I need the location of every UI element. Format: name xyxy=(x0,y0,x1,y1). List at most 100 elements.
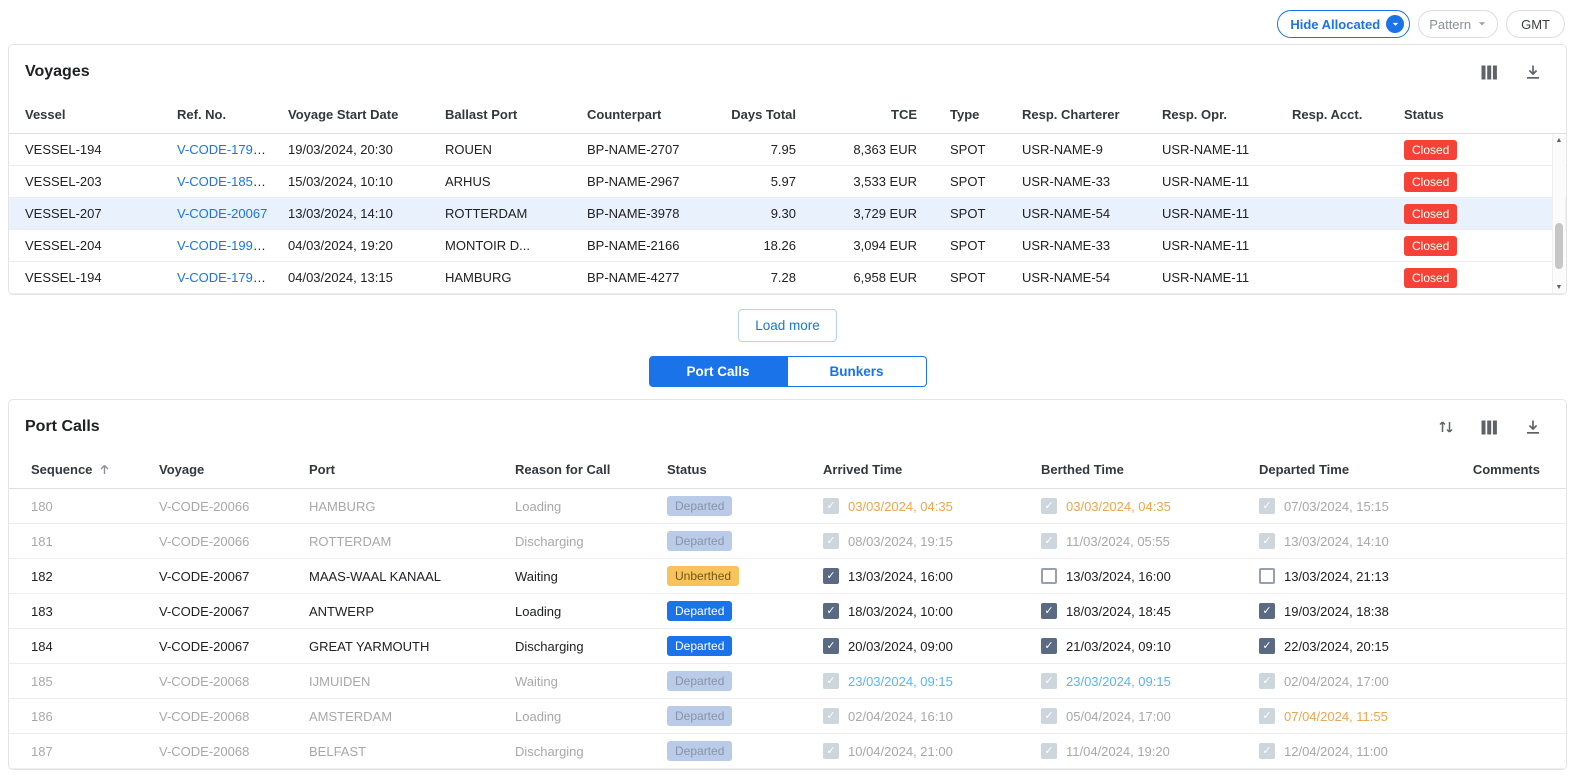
checkbox[interactable] xyxy=(1259,673,1275,689)
time-value: 10/04/2024, 21:00 xyxy=(848,744,953,759)
columns-button[interactable] xyxy=(1481,419,1498,436)
status-badge: Departed xyxy=(667,531,732,551)
tab-bunkers[interactable]: Bunkers xyxy=(788,356,927,387)
hide-allocated-button[interactable]: Hide Allocated xyxy=(1277,10,1410,38)
vertical-scrollbar[interactable]: ▲ ▼ xyxy=(1552,135,1565,293)
port-call-row[interactable]: 182V-CODE-20067MAAS-WAAL KANAALWaitingUn… xyxy=(9,559,1566,594)
sort-button[interactable] xyxy=(1437,418,1455,436)
scrollbar-thumb[interactable] xyxy=(1555,223,1563,269)
status-badge: Closed xyxy=(1404,172,1457,192)
port-call-row[interactable]: 185V-CODE-20068IJMUIDENWaitingDeparted23… xyxy=(9,664,1566,699)
column-header-berthed-time[interactable]: Berthed Time xyxy=(1041,462,1259,477)
column-header-ballast-port[interactable]: Ballast Port xyxy=(427,107,569,122)
column-header-ref-no[interactable]: Ref. No. xyxy=(159,107,271,122)
cell-sequence: 180 xyxy=(9,499,159,514)
checkbox[interactable] xyxy=(823,638,839,654)
cell-voyage: V-CODE-20068 xyxy=(159,709,309,724)
checkbox[interactable] xyxy=(823,533,839,549)
checkbox[interactable] xyxy=(823,673,839,689)
time-value: 13/03/2024, 14:10 xyxy=(1284,534,1389,549)
column-header-status[interactable]: Status xyxy=(1396,107,1566,122)
time-value: 19/03/2024, 18:38 xyxy=(1284,604,1389,619)
voyage-ref-link[interactable]: V-CODE-20067 xyxy=(177,206,267,221)
voyage-row[interactable]: VESSEL-203V-CODE-18500915/03/2024, 10:10… xyxy=(9,166,1566,198)
checkbox[interactable] xyxy=(1259,498,1275,514)
column-header-port[interactable]: Port xyxy=(309,462,515,477)
column-header-reason-for-call[interactable]: Reason for Call xyxy=(515,462,667,477)
scrollbar-down-icon[interactable]: ▼ xyxy=(1553,284,1565,291)
cell-departed-time: 13/03/2024, 21:13 xyxy=(1259,568,1444,584)
tab-port-calls[interactable]: Port Calls xyxy=(649,356,788,387)
port-call-row[interactable]: 187V-CODE-20068BELFASTDischargingDeparte… xyxy=(9,734,1566,769)
voyage-row[interactable]: VESSEL-194V-CODE-17901904/03/2024, 13:15… xyxy=(9,262,1566,294)
voyage-row[interactable]: VESSEL-207V-CODE-2006713/03/2024, 14:10R… xyxy=(9,198,1566,230)
download-button[interactable] xyxy=(1524,418,1542,436)
voyage-row[interactable]: VESSEL-194V-CODE-17902119/03/2024, 20:30… xyxy=(9,134,1566,166)
cell-ref-no: V-CODE-199048 xyxy=(159,238,271,253)
voyages-table: VESSEL-194V-CODE-17902119/03/2024, 20:30… xyxy=(9,134,1566,294)
voyage-ref-link[interactable]: V-CODE-199048 xyxy=(177,238,271,253)
checkbox[interactable] xyxy=(823,603,839,619)
checkbox[interactable] xyxy=(1259,638,1275,654)
port-call-row[interactable]: 180V-CODE-20066HAMBURGLoadingDeparted03/… xyxy=(9,489,1566,524)
column-header-voyage-start[interactable]: Voyage Start Date xyxy=(271,107,427,122)
time-value: 23/03/2024, 09:15 xyxy=(1066,674,1171,689)
column-header-tce[interactable]: TCE xyxy=(824,107,942,122)
cell-arrived-time: 13/03/2024, 16:00 xyxy=(823,568,1041,584)
cell-departed-time: 02/04/2024, 17:00 xyxy=(1259,673,1444,689)
column-header-type[interactable]: Type xyxy=(942,107,1014,122)
checkbox[interactable] xyxy=(1041,568,1057,584)
column-header-departed-time[interactable]: Departed Time xyxy=(1259,462,1444,477)
scrollbar-up-icon[interactable]: ▲ xyxy=(1553,137,1565,144)
checkbox[interactable] xyxy=(823,568,839,584)
checkbox[interactable] xyxy=(1259,708,1275,724)
voyage-row[interactable]: VESSEL-204V-CODE-19904804/03/2024, 19:20… xyxy=(9,230,1566,262)
pattern-button[interactable]: Pattern xyxy=(1418,10,1498,38)
port-call-row[interactable]: 181V-CODE-20066ROTTERDAMDischargingDepar… xyxy=(9,524,1566,559)
checkbox[interactable] xyxy=(823,498,839,514)
column-header-comments[interactable]: Comments xyxy=(1444,462,1566,477)
checkbox[interactable] xyxy=(823,743,839,759)
column-header-arrived-time[interactable]: Arrived Time xyxy=(823,462,1041,477)
gmt-button[interactable]: GMT xyxy=(1506,10,1565,38)
port-call-row[interactable]: 186V-CODE-20068AMSTERDAMLoadingDeparted0… xyxy=(9,699,1566,734)
cell-tce: 3,729 EUR xyxy=(824,206,942,221)
column-header-counterpart[interactable]: Counterpart xyxy=(569,107,719,122)
checkbox[interactable] xyxy=(1259,533,1275,549)
column-header-sequence[interactable]: Sequence xyxy=(9,462,159,477)
gmt-label: GMT xyxy=(1521,17,1550,32)
cell-days-total: 18.26 xyxy=(719,238,824,253)
voyage-ref-link[interactable]: V-CODE-185009 xyxy=(177,174,271,189)
checkbox[interactable] xyxy=(1041,708,1057,724)
column-header-voyage[interactable]: Voyage xyxy=(159,462,309,477)
column-header-status[interactable]: Status xyxy=(667,462,823,477)
checkbox[interactable] xyxy=(1259,743,1275,759)
port-call-row[interactable]: 183V-CODE-20067ANTWERPLoadingDeparted18/… xyxy=(9,594,1566,629)
checkbox[interactable] xyxy=(823,708,839,724)
port-call-row[interactable]: 184V-CODE-20067GREAT YARMOUTHDischarging… xyxy=(9,629,1566,664)
column-header-days-total[interactable]: Days Total xyxy=(719,107,824,122)
column-header-vessel[interactable]: Vessel xyxy=(9,107,159,122)
voyage-ref-link[interactable]: V-CODE-179019 xyxy=(177,270,271,285)
load-more-button[interactable]: Load more xyxy=(738,309,837,342)
column-header-resp-opr[interactable]: Resp. Opr. xyxy=(1154,107,1284,122)
cell-arrived-time: 20/03/2024, 09:00 xyxy=(823,638,1041,654)
pattern-label: Pattern xyxy=(1429,17,1471,32)
checkbox[interactable] xyxy=(1041,638,1057,654)
time-value: 22/03/2024, 20:15 xyxy=(1284,639,1389,654)
columns-button[interactable] xyxy=(1481,64,1498,81)
checkbox[interactable] xyxy=(1041,498,1057,514)
status-badge: Departed xyxy=(667,601,732,621)
voyage-ref-link[interactable]: V-CODE-179021 xyxy=(177,142,271,157)
column-header-resp-acct[interactable]: Resp. Acct. xyxy=(1284,107,1396,122)
port-calls-table-header: Sequence Voyage Port Reason for Call Sta… xyxy=(9,450,1566,489)
status-badge: Departed xyxy=(667,671,732,691)
download-button[interactable] xyxy=(1524,63,1542,81)
checkbox[interactable] xyxy=(1259,603,1275,619)
checkbox[interactable] xyxy=(1041,743,1057,759)
checkbox[interactable] xyxy=(1041,603,1057,619)
column-header-resp-charterer[interactable]: Resp. Charterer xyxy=(1014,107,1154,122)
checkbox[interactable] xyxy=(1041,673,1057,689)
checkbox[interactable] xyxy=(1041,533,1057,549)
checkbox[interactable] xyxy=(1259,568,1275,584)
